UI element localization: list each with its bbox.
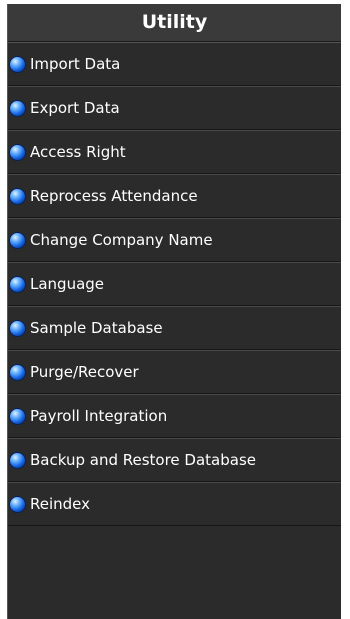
menu-item-label: Purge/Recover	[30, 363, 139, 381]
blue-bullet-icon	[10, 276, 25, 292]
menu-item-reindex[interactable]: Reindex	[8, 482, 341, 526]
menu-item-purge-recover[interactable]: Purge/Recover	[8, 350, 341, 394]
menu-item-label: Payroll Integration	[30, 407, 168, 425]
menu-item-sample-database[interactable]: Sample Database	[8, 306, 341, 350]
blue-bullet-icon	[10, 100, 25, 116]
menu-item-label: Language	[30, 275, 105, 293]
blue-bullet-icon	[10, 496, 25, 512]
blue-bullet-icon	[10, 144, 25, 160]
blue-bullet-icon	[10, 232, 25, 248]
menu-item-label: Reindex	[30, 495, 91, 513]
panel-title: Utility	[8, 4, 341, 42]
menu-item-label: Export Data	[30, 99, 120, 117]
menu-item-change-company-name[interactable]: Change Company Name	[8, 218, 341, 262]
blue-bullet-icon	[10, 56, 25, 72]
blue-bullet-icon	[10, 364, 25, 380]
menu-item-access-right[interactable]: Access Right	[8, 130, 341, 174]
blue-bullet-icon	[10, 408, 25, 424]
blue-bullet-icon	[10, 320, 25, 336]
menu-item-label: Backup and Restore Database	[30, 451, 256, 469]
utility-menu: Import Data Export Data Access Right Rep…	[8, 42, 341, 526]
menu-item-import-data[interactable]: Import Data	[8, 42, 341, 86]
menu-item-export-data[interactable]: Export Data	[8, 86, 341, 130]
menu-item-reprocess-attendance[interactable]: Reprocess Attendance	[8, 174, 341, 218]
menu-item-backup-restore-database[interactable]: Backup and Restore Database	[8, 438, 341, 482]
blue-bullet-icon	[10, 452, 25, 468]
menu-item-payroll-integration[interactable]: Payroll Integration	[8, 394, 341, 438]
menu-item-label: Reprocess Attendance	[30, 187, 198, 205]
menu-item-label: Sample Database	[30, 319, 163, 337]
utility-panel: Utility Import Data Export Data Access R…	[7, 4, 341, 619]
menu-item-label: Access Right	[30, 143, 126, 161]
menu-item-label: Change Company Name	[30, 231, 213, 249]
menu-item-language[interactable]: Language	[8, 262, 341, 306]
menu-item-label: Import Data	[30, 55, 121, 73]
blue-bullet-icon	[10, 188, 25, 204]
